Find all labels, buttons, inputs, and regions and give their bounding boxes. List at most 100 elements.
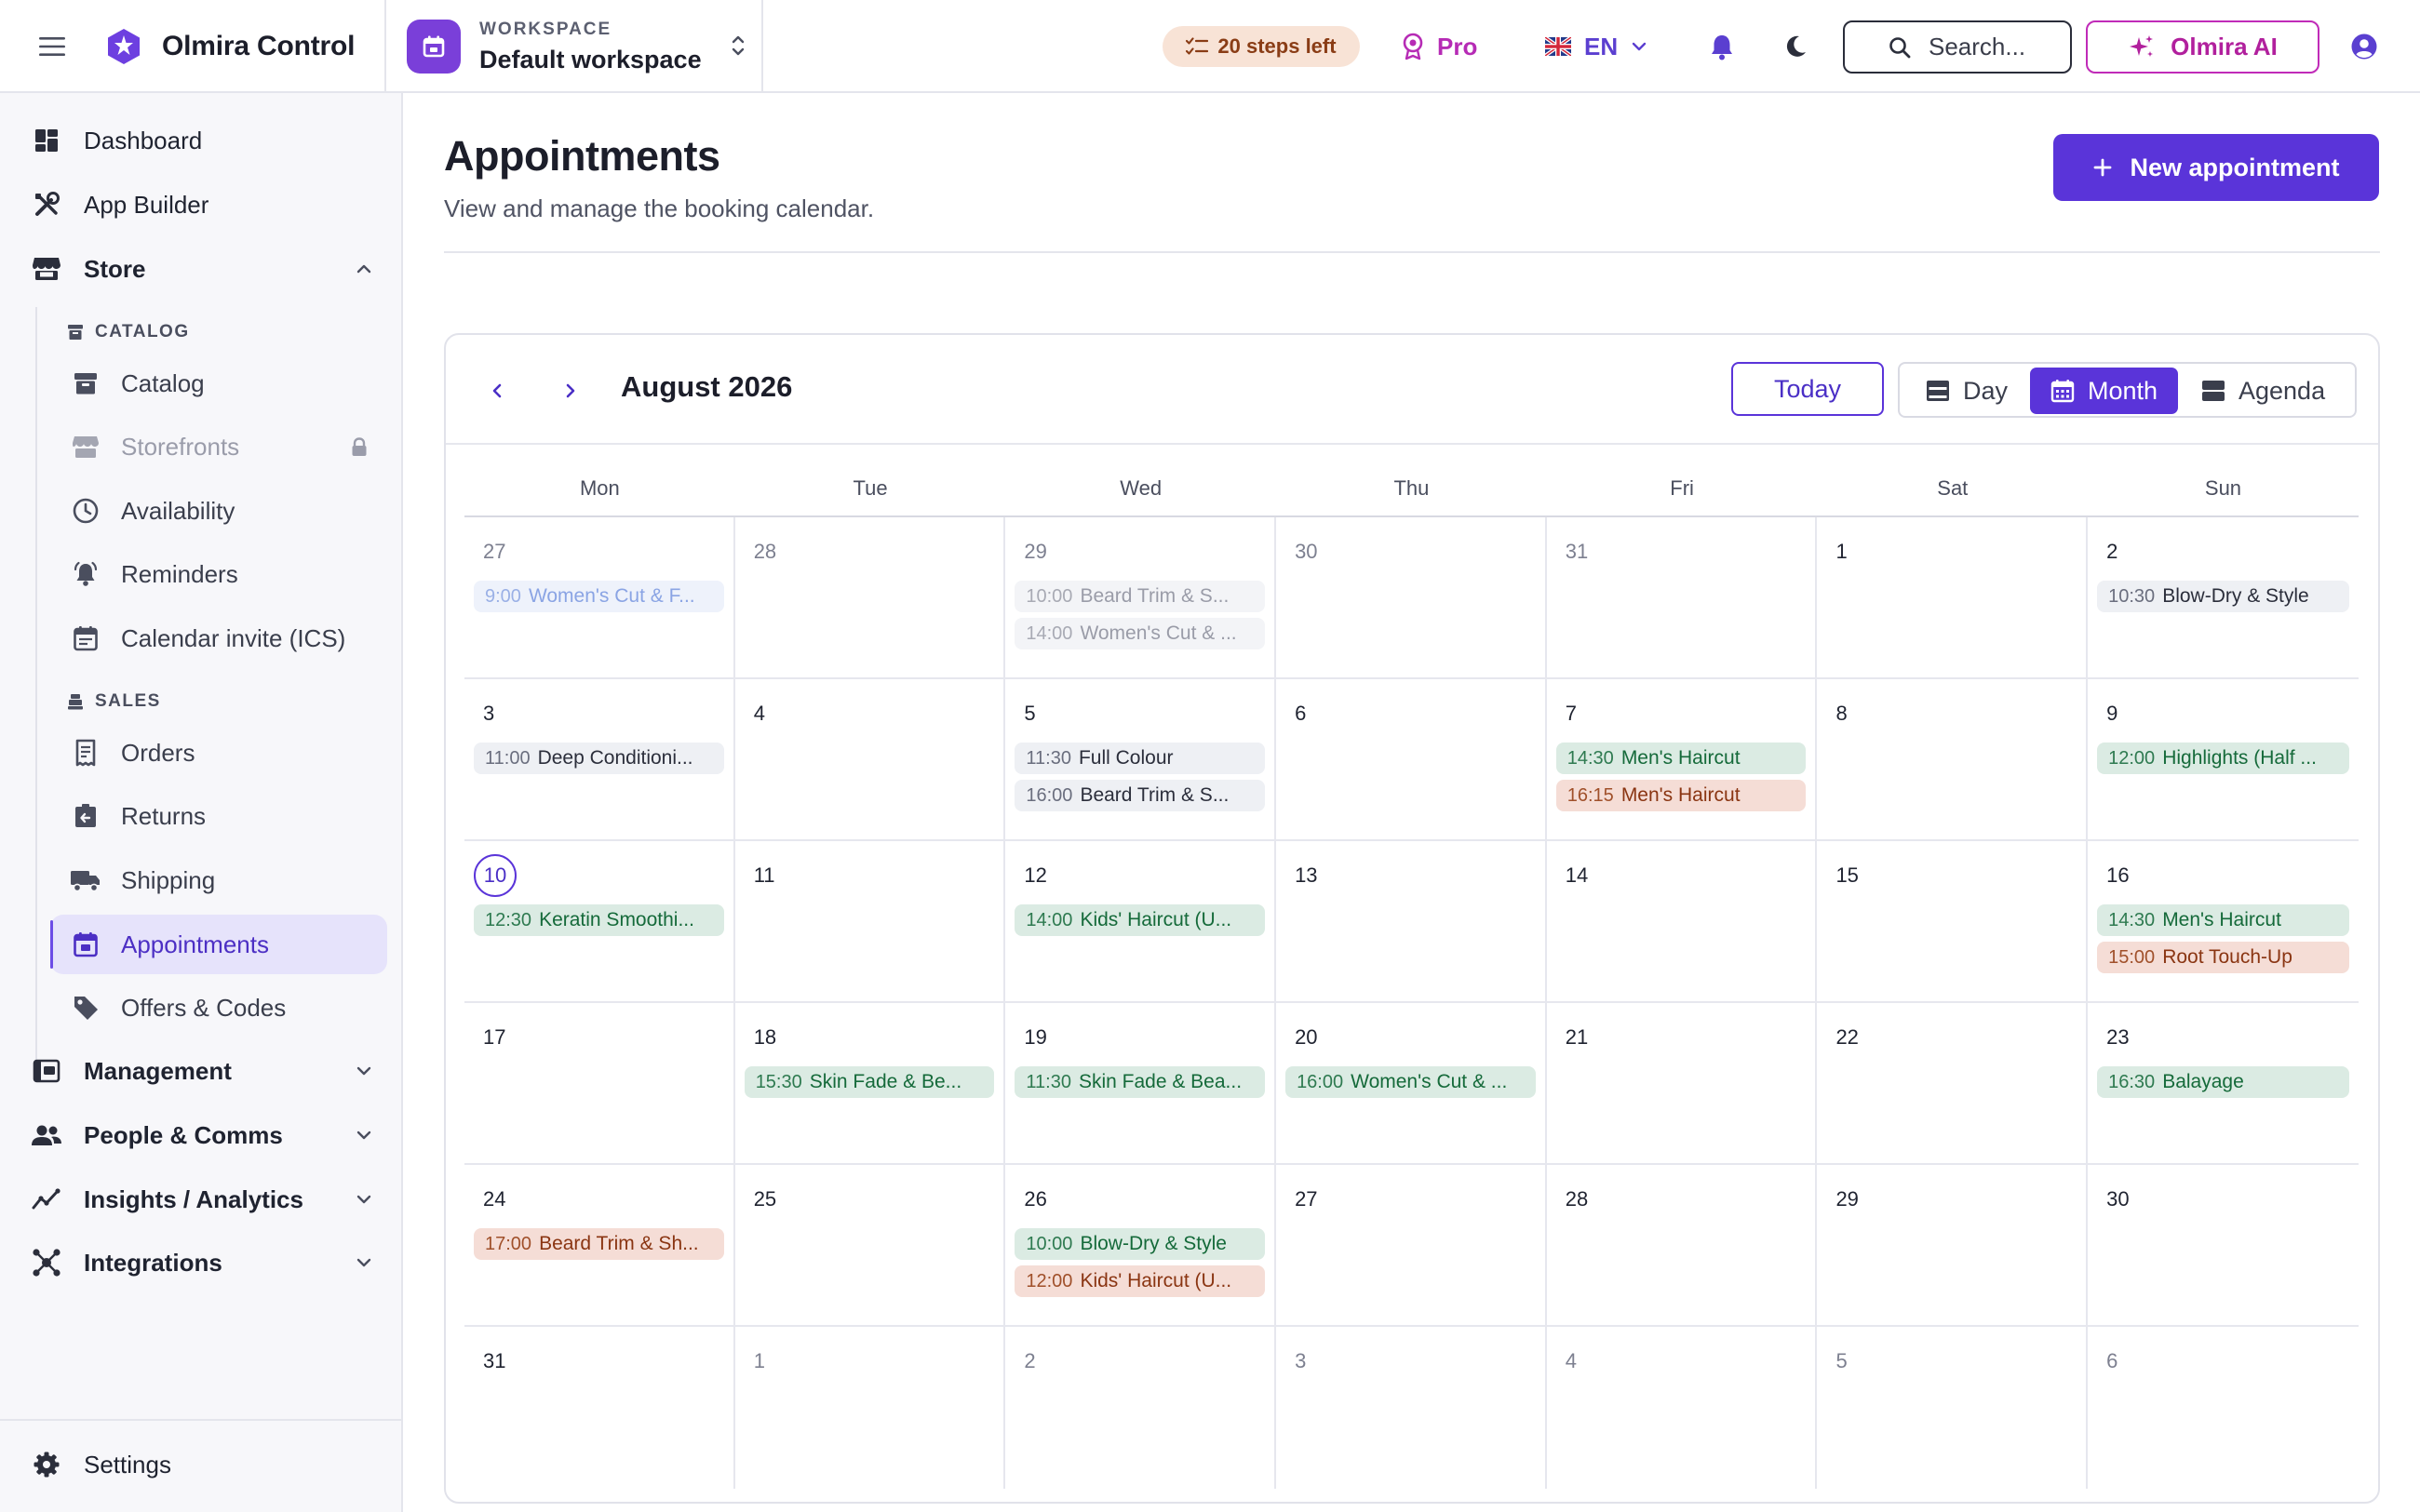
sidebar-item-orders[interactable]: Orders [50, 723, 387, 783]
appointment-chip[interactable]: 16:00 Beard Trim & S... [1015, 780, 1266, 811]
appointment-chip[interactable]: 14:00 Women's Cut & ... [1015, 618, 1266, 649]
sidebar-section-store[interactable]: Store [30, 241, 383, 297]
appointment-time: 14:00 [1026, 909, 1073, 930]
menu-icon[interactable] [34, 0, 71, 93]
day-cell[interactable]: 16 14:30 Men's Haircut 15:00 Root Touch-Up [2088, 841, 2359, 1001]
appointment-chip[interactable]: 12:00 Highlights (Half ... [2097, 743, 2349, 774]
appointment-chip[interactable]: 10:30 Blow-Dry & Style [2097, 581, 2349, 612]
sidebar-item-catalog[interactable]: Catalog [50, 354, 387, 413]
appointment-chip[interactable]: 12:30 Keratin Smoothi... [474, 904, 724, 936]
next-month-button[interactable] [552, 372, 589, 409]
appointment-chip[interactable]: 10:00 Blow-Dry & Style [1015, 1228, 1266, 1260]
appointment-chip[interactable]: 16:30 Balayage [2097, 1066, 2349, 1098]
day-cell[interactable]: 5 [1817, 1327, 2089, 1489]
day-cell[interactable]: 25 [735, 1165, 1006, 1325]
day-cell[interactable]: 13 [1276, 841, 1547, 1001]
appointment-chip[interactable]: 14:00 Kids' Haircut (U... [1015, 904, 1266, 936]
sidebar-item-settings[interactable]: Settings [30, 1437, 383, 1492]
view-day-button[interactable]: Day [1905, 368, 2028, 414]
day-cell[interactable]: 7 14:30 Men's Haircut 16:15 Men's Haircut [1547, 679, 1818, 839]
day-cell[interactable]: 29 [1817, 1165, 2089, 1325]
day-cell[interactable]: 15 [1817, 841, 2089, 1001]
day-cell[interactable]: 27 9:00 Women's Cut & F... [464, 517, 735, 677]
day-cell[interactable]: 11 [735, 841, 1006, 1001]
sidebar-item-offers[interactable]: Offers & Codes [50, 978, 387, 1037]
day-cell[interactable]: 4 [1547, 1327, 1818, 1489]
day-cell[interactable]: 20 16:00 Women's Cut & ... [1276, 1003, 1547, 1163]
day-cell[interactable]: 18 15:30 Skin Fade & Be... [735, 1003, 1006, 1163]
sidebar-item-app-builder[interactable]: App Builder [30, 177, 383, 233]
day-cell[interactable]: 6 [1276, 679, 1547, 839]
day-cell[interactable]: 31 [464, 1327, 735, 1489]
dark-mode-moon-icon[interactable] [1782, 0, 1808, 93]
view-month-button[interactable]: Month [2030, 368, 2179, 414]
day-cell[interactable]: 10 12:30 Keratin Smoothi... [464, 841, 735, 1001]
day-cell[interactable]: 29 10:00 Beard Trim & S... 14:00 Women's Cut… [1005, 517, 1277, 677]
day-cell[interactable]: 2 [1005, 1327, 1277, 1489]
appointment-chip[interactable]: 14:30 Men's Haircut [1555, 743, 1807, 774]
day-events: 11:30 Skin Fade & Bea... [1015, 1066, 1266, 1104]
appointment-chip[interactable]: 10:00 Beard Trim & S... [1015, 581, 1266, 612]
view-agenda-button[interactable]: Agenda [2181, 368, 2346, 414]
day-cell[interactable]: 22 [1817, 1003, 2089, 1163]
appointment-chip[interactable]: 17:00 Beard Trim & Sh... [474, 1228, 724, 1260]
language-selector[interactable]: EN [1545, 0, 1647, 93]
day-cell[interactable]: 30 [2088, 1165, 2359, 1325]
sidebar-item-returns[interactable]: Returns [50, 786, 387, 846]
appointment-chip[interactable]: 11:30 Skin Fade & Bea... [1015, 1066, 1266, 1098]
appointment-chip[interactable]: 16:15 Men's Haircut [1555, 780, 1807, 811]
day-cell[interactable]: 1 [735, 1327, 1006, 1489]
day-cell[interactable]: 28 [735, 517, 1006, 677]
sidebar-item-dashboard[interactable]: Dashboard [30, 113, 383, 168]
day-cell[interactable]: 12 14:00 Kids' Haircut (U... [1005, 841, 1277, 1001]
notifications-bell-icon[interactable] [1709, 0, 1735, 93]
appointment-chip[interactable]: 14:30 Men's Haircut [2097, 904, 2349, 936]
day-cell[interactable]: 9 12:00 Highlights (Half ... [2088, 679, 2359, 839]
appointment-chip[interactable]: 11:30 Full Colour [1015, 743, 1266, 774]
appointment-chip[interactable]: 16:00 Women's Cut & ... [1285, 1066, 1536, 1098]
pro-plan-link[interactable]: Pro [1402, 0, 1477, 93]
day-cell[interactable]: 3 11:00 Deep Conditioni... [464, 679, 735, 839]
sidebar-item-shipping[interactable]: Shipping [50, 850, 387, 910]
workspace-switcher[interactable]: WORKSPACE Default workspace [407, 0, 756, 93]
user-account-icon[interactable] [2350, 0, 2378, 93]
appointment-chip[interactable]: 15:30 Skin Fade & Be... [744, 1066, 995, 1098]
day-cell[interactable]: 31 [1547, 517, 1818, 677]
day-cell[interactable]: 17 [464, 1003, 735, 1163]
previous-month-button[interactable] [478, 372, 516, 409]
onboarding-steps-badge[interactable]: 20 steps left [1163, 26, 1360, 67]
sidebar-section-people[interactable]: People & Comms [30, 1107, 383, 1163]
day-cell[interactable]: 27 [1276, 1165, 1547, 1325]
day-cell[interactable]: 24 17:00 Beard Trim & Sh... [464, 1165, 735, 1325]
day-cell[interactable]: 3 [1276, 1327, 1547, 1489]
sidebar-item-calendar-invite[interactable]: Calendar invite (ICS) [50, 609, 387, 668]
appointment-chip[interactable]: 11:00 Deep Conditioni... [474, 743, 724, 774]
appointment-chip[interactable]: 15:00 Root Touch-Up [2097, 942, 2349, 973]
day-cell[interactable]: 8 [1817, 679, 2089, 839]
day-cell[interactable]: 6 [2088, 1327, 2359, 1489]
day-cell[interactable]: 21 [1547, 1003, 1818, 1163]
day-cell[interactable]: 23 16:30 Balayage [2088, 1003, 2359, 1163]
day-cell[interactable]: 14 [1547, 841, 1818, 1001]
new-appointment-button[interactable]: New appointment [2053, 134, 2379, 201]
sidebar-item-availability[interactable]: Availability [50, 481, 387, 541]
day-cell[interactable]: 1 [1817, 517, 2089, 677]
sidebar-section-management[interactable]: Management [30, 1043, 383, 1099]
appointment-chip[interactable]: 12:00 Kids' Haircut (U... [1015, 1265, 1266, 1297]
sidebar-item-appointments[interactable]: Appointments [50, 915, 387, 974]
appointment-chip[interactable]: 9:00 Women's Cut & F... [474, 581, 724, 612]
day-cell[interactable]: 4 [735, 679, 1006, 839]
brand[interactable]: Olmira Control [104, 0, 355, 93]
day-cell[interactable]: 30 [1276, 517, 1547, 677]
day-cell[interactable]: 5 11:30 Full Colour 16:00 Beard Trim & S... [1005, 679, 1277, 839]
day-cell[interactable]: 19 11:30 Skin Fade & Bea... [1005, 1003, 1277, 1163]
ai-assistant-button[interactable]: Olmira AI [2086, 20, 2319, 74]
sidebar-section-integrations[interactable]: Integrations [30, 1235, 383, 1291]
search-button[interactable]: Search... [1843, 20, 2072, 74]
day-cell[interactable]: 28 [1547, 1165, 1818, 1325]
day-cell[interactable]: 2 10:30 Blow-Dry & Style [2088, 517, 2359, 677]
sidebar-item-reminders[interactable]: Reminders [50, 544, 387, 604]
day-cell[interactable]: 26 10:00 Blow-Dry & Style 12:00 Kids' Haircu… [1005, 1165, 1277, 1325]
sidebar-section-insights[interactable]: Insights / Analytics [30, 1171, 383, 1227]
today-button[interactable]: Today [1731, 362, 1884, 416]
